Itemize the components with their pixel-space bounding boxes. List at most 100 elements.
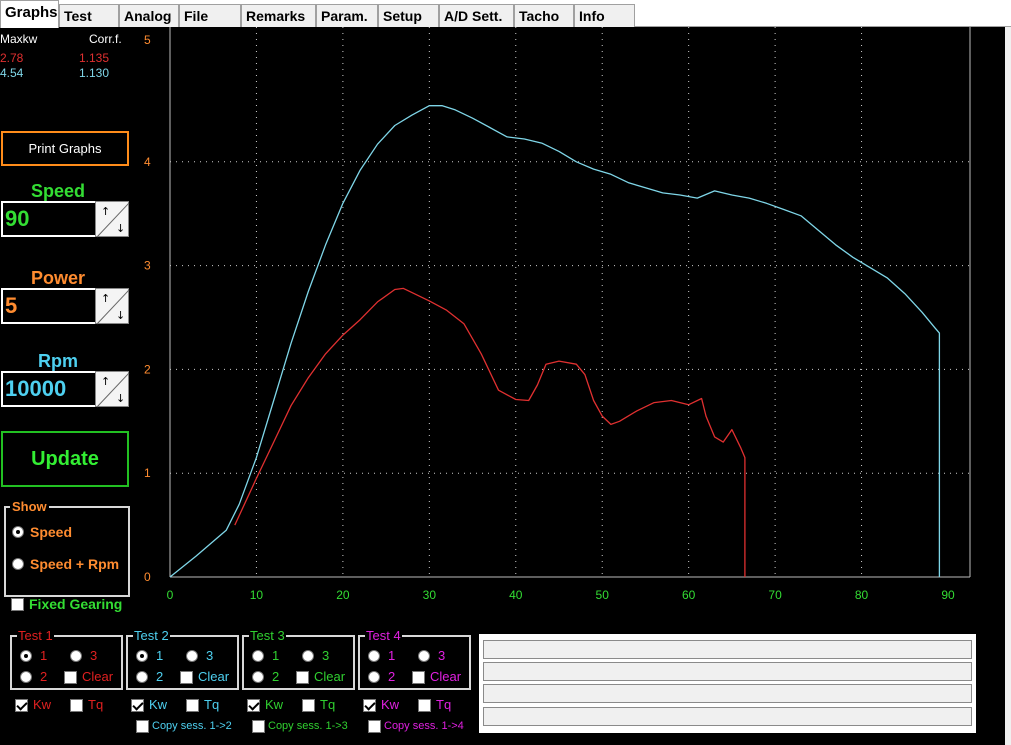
- show-title: Show: [10, 499, 49, 514]
- tq-checkbox-test3[interactable]: [302, 699, 315, 712]
- session-radio-2[interactable]: [368, 671, 380, 683]
- kw-checkbox-test2[interactable]: [131, 699, 144, 712]
- power-spinner[interactable]: ↑ ↓: [95, 288, 130, 325]
- show-speed-rpm-radio[interactable]: [12, 558, 24, 570]
- copy-session-checkbox-3[interactable]: [252, 720, 265, 733]
- tq-label: Tq: [88, 697, 104, 712]
- kw-label: Kw: [381, 697, 400, 712]
- tq-checkbox-test2[interactable]: [186, 699, 199, 712]
- copy-session-checkbox-4[interactable]: [368, 720, 381, 733]
- clear-checkbox[interactable]: [296, 671, 309, 684]
- max-summary: Maxkw Corr.f. 2.78 1.135 4.54 1.130: [0, 28, 133, 126]
- x-tick-label: 0: [167, 588, 174, 602]
- session-label-2: 2: [388, 669, 396, 684]
- y-tick-label: 1: [144, 466, 151, 480]
- kw-checkbox-test1[interactable]: [15, 699, 28, 712]
- tab-setup[interactable]: Setup: [378, 4, 439, 27]
- tab-tacho[interactable]: Tacho: [514, 4, 574, 27]
- right-scrollbar[interactable]: [1005, 27, 1011, 745]
- clear-label: Clear: [198, 669, 230, 684]
- copy-session-label: Copy sess. 1->4: [384, 720, 464, 732]
- session-radio-3[interactable]: [418, 650, 430, 662]
- y-tick-label: 4: [144, 155, 151, 169]
- x-tick-label: 40: [509, 588, 523, 602]
- session-radio-1[interactable]: [252, 650, 264, 662]
- tq-label: Tq: [204, 697, 220, 712]
- session-radio-3[interactable]: [302, 650, 314, 662]
- copy-session-label: Copy sess. 1->2: [152, 720, 232, 732]
- y-tick-label: 2: [144, 362, 151, 376]
- tab-ad-sett[interactable]: A/D Sett.: [439, 4, 514, 27]
- speed-input[interactable]: 90: [1, 201, 96, 237]
- session-label-2: 2: [40, 669, 48, 684]
- tq-checkbox-test4[interactable]: [418, 699, 431, 712]
- svg-text:↑: ↑: [101, 375, 110, 388]
- clear-label: Clear: [314, 669, 346, 684]
- x-tick-label: 70: [768, 588, 782, 602]
- power-label: Power: [30, 268, 86, 288]
- rpm-input[interactable]: 10000: [1, 371, 96, 407]
- status-row: [483, 707, 972, 726]
- session-radio-1[interactable]: [20, 650, 32, 662]
- test-group-title: Test 4: [365, 628, 402, 643]
- clear-checkbox[interactable]: [180, 671, 193, 684]
- power-input[interactable]: 5: [1, 288, 96, 324]
- kw-checkbox-test3[interactable]: [247, 699, 260, 712]
- session-label-2: 2: [156, 669, 164, 684]
- x-tick-label: 60: [682, 588, 696, 602]
- x-tick-label: 50: [596, 588, 610, 602]
- session-label-3: 3: [438, 648, 446, 663]
- kw-label: Kw: [149, 697, 168, 712]
- x-tick-label: 30: [423, 588, 437, 602]
- session-radio-3[interactable]: [186, 650, 198, 662]
- speed-spinner[interactable]: ↑ ↓: [95, 201, 130, 238]
- clear-checkbox[interactable]: [64, 671, 77, 684]
- y-tick-label: 5: [144, 33, 151, 47]
- session-radio-2[interactable]: [252, 671, 264, 683]
- clear-label: Clear: [82, 669, 114, 684]
- session-label-3: 3: [90, 648, 98, 663]
- fixed-gearing-checkbox[interactable]: [11, 598, 24, 611]
- tab-remarks[interactable]: Remarks: [241, 4, 316, 27]
- tab-file[interactable]: File: [179, 4, 241, 27]
- session-label-1: 1: [40, 648, 48, 663]
- tab-param[interactable]: Param.: [316, 4, 378, 27]
- tab-info[interactable]: Info: [574, 4, 635, 27]
- show-group: Show Speed Speed + Rpm: [4, 499, 130, 597]
- x-tick-label: 80: [855, 588, 869, 602]
- rpm-spinner[interactable]: ↑ ↓: [95, 371, 130, 408]
- y-tick-label: 3: [144, 259, 151, 273]
- copy-session-label: Copy sess. 1->3: [268, 720, 348, 732]
- session-radio-3[interactable]: [70, 650, 82, 662]
- corr-value-test1: 1.135: [79, 51, 110, 65]
- test-group-4: Test 4 1 3 2 Clear: [358, 628, 471, 690]
- max-value-test1: 2.78: [0, 51, 24, 65]
- test-group-title: Test 1: [17, 628, 54, 643]
- session-radio-1[interactable]: [368, 650, 380, 662]
- svg-text:↓: ↓: [116, 222, 125, 235]
- tab-graphs[interactable]: Graphs: [0, 0, 59, 28]
- show-speed-rpm-label: Speed + Rpm: [30, 556, 120, 572]
- tab-analog[interactable]: Analog: [119, 4, 179, 27]
- kw-label: Kw: [265, 697, 284, 712]
- svg-text:↓: ↓: [116, 392, 125, 405]
- show-speed-radio[interactable]: [12, 526, 24, 538]
- clear-checkbox[interactable]: [412, 671, 425, 684]
- update-button[interactable]: Update: [1, 431, 129, 487]
- rpm-label: Rpm: [38, 351, 78, 371]
- svg-text:↓: ↓: [116, 309, 125, 322]
- session-radio-1[interactable]: [136, 650, 148, 662]
- corr-value-test2: 1.130: [79, 66, 110, 80]
- tab-test[interactable]: Test: [59, 4, 119, 27]
- status-row: [483, 662, 972, 681]
- spinner-updown-icon: ↑ ↓: [96, 289, 130, 325]
- copy-session-checkbox-2[interactable]: [136, 720, 149, 733]
- kw-checkbox-test4[interactable]: [363, 699, 376, 712]
- session-radio-2[interactable]: [20, 671, 32, 683]
- tq-checkbox-test1[interactable]: [70, 699, 83, 712]
- kw-label: Kw: [33, 697, 52, 712]
- print-graphs-button[interactable]: Print Graphs: [1, 131, 129, 166]
- session-label-3: 3: [322, 648, 330, 663]
- session-label-1: 1: [156, 648, 164, 663]
- session-radio-2[interactable]: [136, 671, 148, 683]
